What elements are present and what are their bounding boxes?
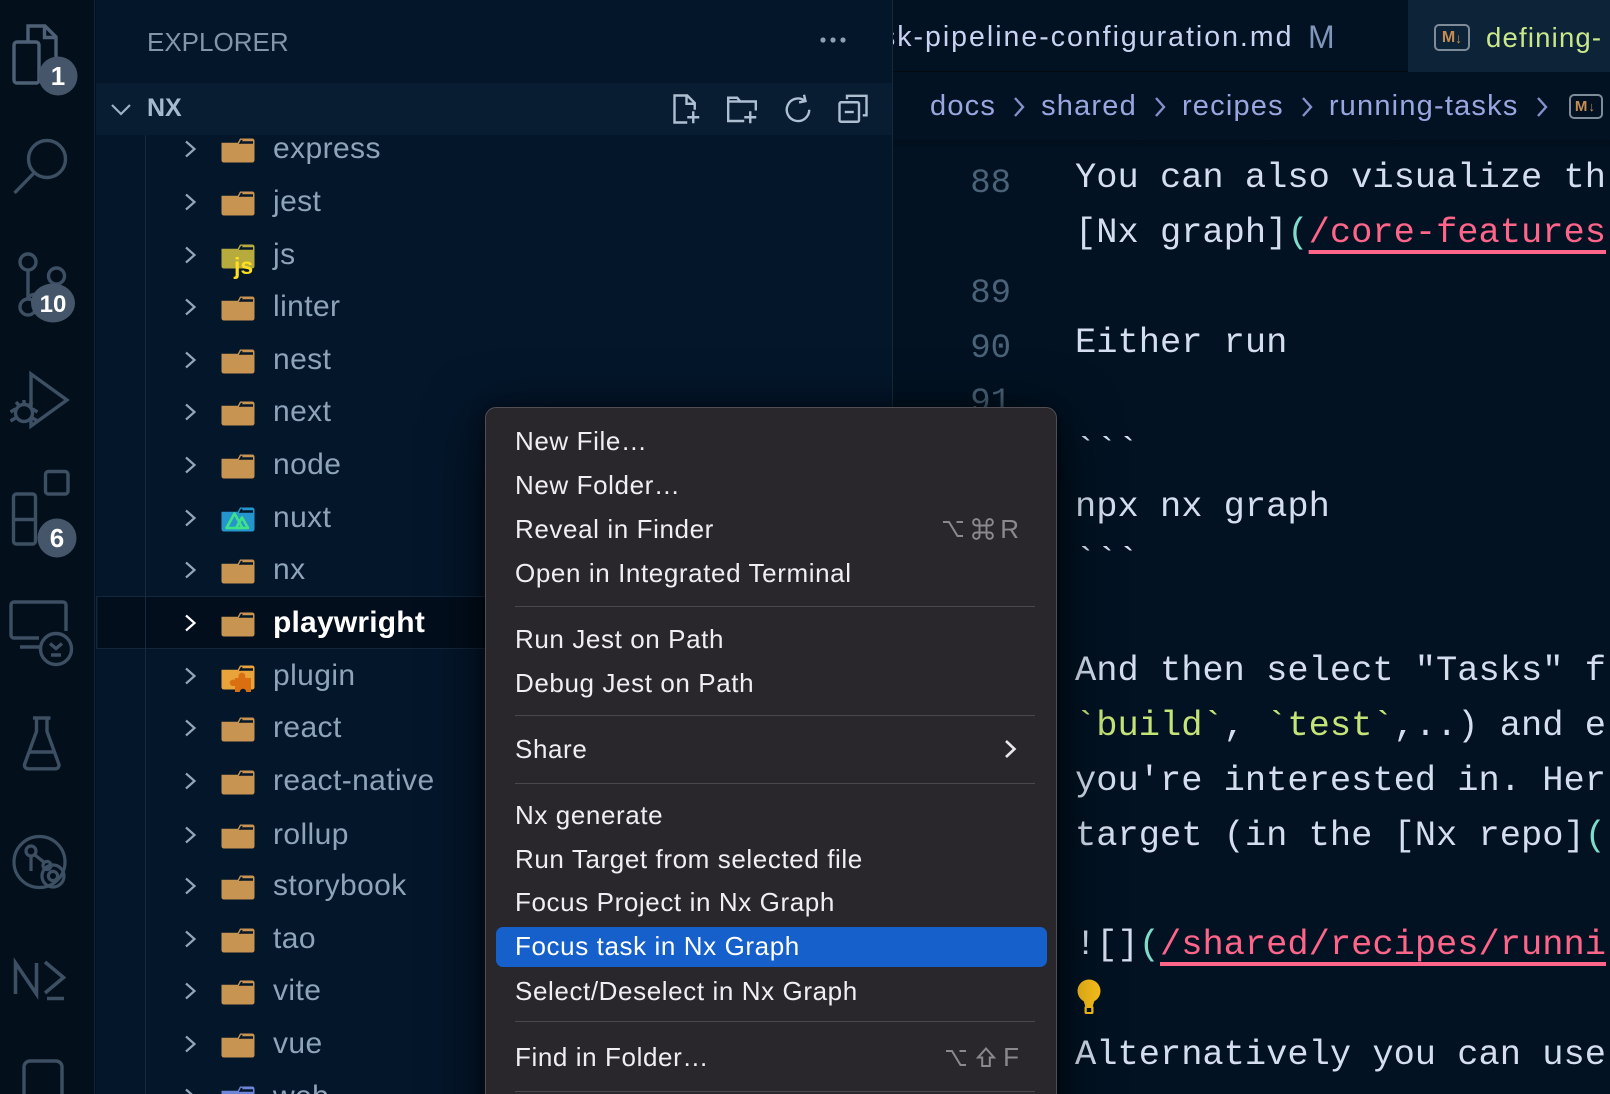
svg-text:js: js	[233, 253, 253, 279]
svg-text:10: 10	[40, 291, 67, 318]
svg-text:6: 6	[50, 523, 64, 553]
svg-text:1: 1	[51, 61, 65, 91]
